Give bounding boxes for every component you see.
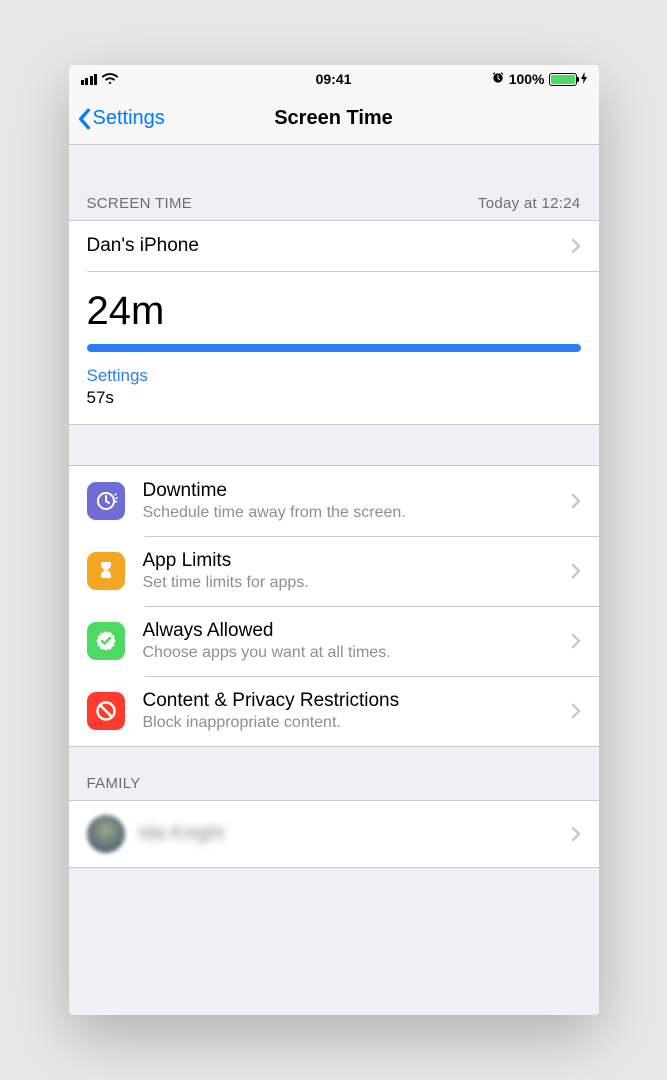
- option-title: App Limits: [143, 550, 571, 572]
- chevron-right-icon: [571, 826, 581, 842]
- total-usage-time: 24m: [87, 289, 581, 334]
- usage-category-time: 57s: [87, 388, 581, 408]
- section-header-left: SCREEN TIME: [87, 195, 193, 212]
- option-title: Content & Privacy Restrictions: [143, 690, 571, 712]
- section-header-screen-time: SCREEN TIME Today at 12:24: [69, 145, 599, 220]
- status-time: 09:41: [69, 71, 599, 87]
- options-group: Downtime Schedule time away from the scre…: [69, 465, 599, 747]
- screen-time-settings-screen: 09:41 100% Settings Screen Time SCREEN T…: [69, 65, 599, 1015]
- check-seal-icon: [87, 622, 125, 660]
- chevron-left-icon: [77, 108, 91, 130]
- content-scroll[interactable]: SCREEN TIME Today at 12:24 Dan's iPhone …: [69, 145, 599, 1015]
- usage-bar-fill: [87, 344, 581, 352]
- no-sign-icon: [87, 692, 125, 730]
- chevron-right-icon: [571, 238, 581, 254]
- option-text: Downtime Schedule time away from the scre…: [143, 480, 571, 522]
- option-title: Downtime: [143, 480, 571, 502]
- chevron-right-icon: [571, 703, 581, 719]
- option-subtitle: Schedule time away from the screen.: [143, 504, 571, 522]
- avatar: [87, 815, 125, 853]
- back-label: Settings: [93, 107, 165, 130]
- option-subtitle: Block inappropriate content.: [143, 714, 571, 732]
- option-row-allowed[interactable]: Always Allowed Choose apps you want at al…: [69, 606, 599, 676]
- option-row-applimits[interactable]: App Limits Set time limits for apps.: [69, 536, 599, 606]
- option-subtitle: Choose apps you want at all times.: [143, 644, 571, 662]
- option-row-restrict[interactable]: Content & Privacy Restrictions Block inap…: [69, 676, 599, 746]
- option-text: Content & Privacy Restrictions Block inap…: [143, 690, 571, 732]
- option-title: Always Allowed: [143, 620, 571, 642]
- back-button[interactable]: Settings: [77, 107, 165, 130]
- nav-bar: Settings Screen Time: [69, 93, 599, 145]
- hourglass-icon: [87, 552, 125, 590]
- usage-category-label: Settings: [87, 366, 581, 386]
- usage-summary: 24m Settings 57s: [69, 271, 599, 424]
- family-member-row[interactable]: Ida Knight: [69, 801, 599, 867]
- option-text: Always Allowed Choose apps you want at al…: [143, 620, 571, 662]
- option-text: App Limits Set time limits for apps.: [143, 550, 571, 592]
- battery-icon: [549, 73, 577, 86]
- family-group: Ida Knight: [69, 800, 599, 868]
- chevron-right-icon: [571, 493, 581, 509]
- family-header-label: FAMILY: [87, 775, 141, 792]
- option-row-downtime[interactable]: Downtime Schedule time away from the scre…: [69, 466, 599, 536]
- section-header-family: FAMILY: [69, 747, 599, 800]
- downtime-icon: [87, 482, 125, 520]
- device-row[interactable]: Dan's iPhone: [69, 221, 599, 271]
- family-member-name: Ida Knight: [139, 823, 225, 845]
- usage-group: Dan's iPhone 24m Settings 57s: [69, 220, 599, 425]
- option-subtitle: Set time limits for apps.: [143, 574, 571, 592]
- chevron-right-icon: [571, 563, 581, 579]
- section-header-right: Today at 12:24: [478, 195, 581, 212]
- usage-bar: [87, 344, 581, 352]
- status-bar: 09:41 100%: [69, 65, 599, 93]
- chevron-right-icon: [571, 633, 581, 649]
- device-name: Dan's iPhone: [87, 235, 571, 257]
